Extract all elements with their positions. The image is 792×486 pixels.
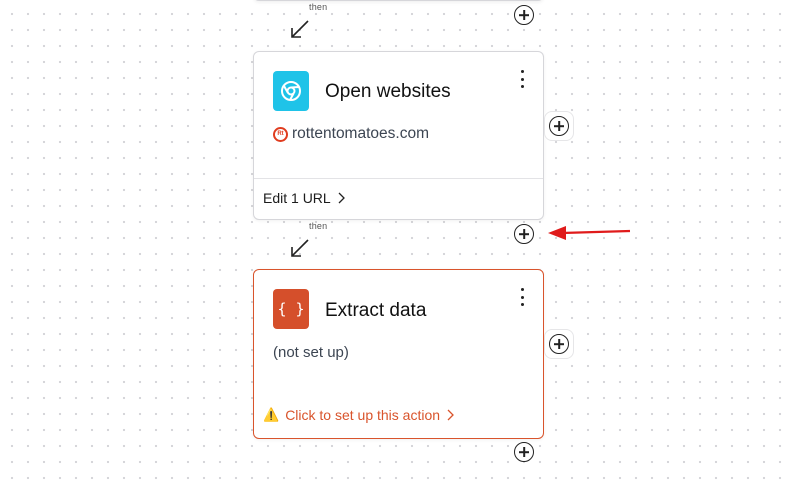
chevron-right-icon [338,192,345,204]
chrome-browser-icon [273,71,309,111]
add-branch-button-previous[interactable] [514,5,534,25]
website-url: Rt rottentomatoes.com [273,125,429,143]
then-label: then [309,221,328,231]
edit-urls-label: Edit 1 URL [263,190,331,206]
card-title: Open websites [325,81,451,102]
chevron-right-icon [447,409,454,421]
more-options-icon[interactable] [519,288,525,306]
extract-data-card[interactable]: { } Extract data (not set up) ⚠️ Click t… [253,269,544,439]
more-options-icon[interactable] [519,70,525,88]
add-branch-button[interactable] [549,334,569,354]
curly-braces-icon: { } [273,289,309,329]
website-domain: rottentomatoes.com [292,125,429,142]
card-divider [254,178,543,179]
setup-action-label: Click to set up this action [285,407,441,423]
add-branch-button-wrap [544,111,574,141]
edit-urls-link[interactable]: Edit 1 URL [263,190,345,206]
rottentomatoes-logo-icon: Rt [273,126,288,142]
add-branch-button[interactable] [549,116,569,136]
step-status: (not set up) [273,344,349,361]
card-title: Extract data [325,300,427,321]
then-label: then [309,2,328,12]
connector-arrow-icon [291,20,309,38]
connector-arrow-icon [291,239,309,257]
add-branch-button-wrap [544,329,574,359]
open-websites-card[interactable]: Open websites Rt rottentomatoes.com Edit… [253,51,544,220]
warning-icon: ⚠️ [263,407,280,422]
add-step-below-button[interactable] [514,224,534,244]
add-step-below-button[interactable] [514,442,534,462]
annotation-arrow-icon [548,226,631,240]
setup-action-link[interactable]: ⚠️ Click to set up this action [263,407,454,423]
previous-step-card[interactable] [253,0,544,1]
